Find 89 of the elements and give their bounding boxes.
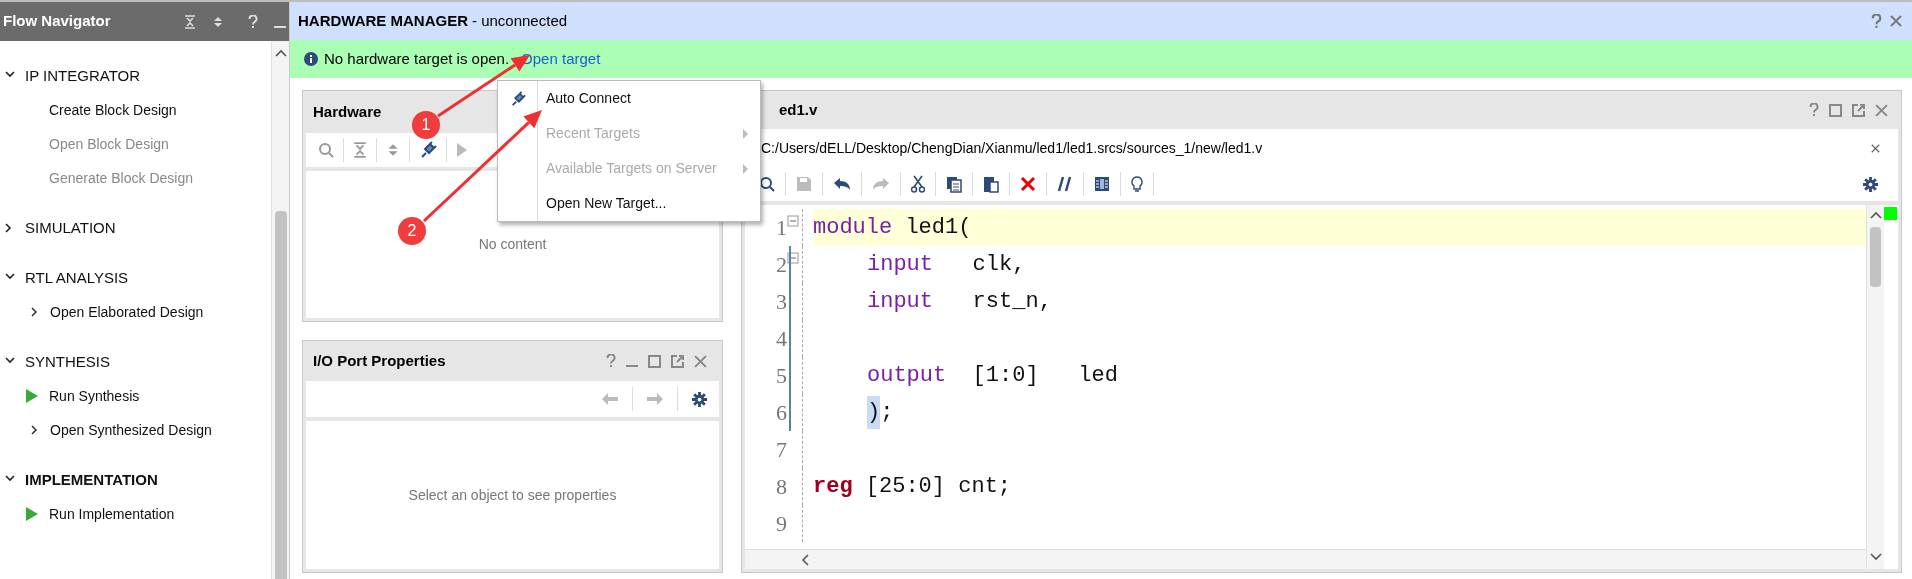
plug-icon <box>509 90 526 107</box>
nav-item[interactable]: Open Synthesized Design <box>50 419 212 441</box>
manager-title: HARDWARE MANAGER <box>298 10 468 31</box>
nav-item[interactable]: Create Block Design <box>49 99 177 121</box>
comment-icon[interactable] <box>1057 176 1073 192</box>
maximize-icon[interactable] <box>1829 103 1842 117</box>
empty-message: Select an object to see properties <box>408 485 617 505</box>
line-number: 6 <box>775 399 787 427</box>
expand-chevron-icon[interactable] <box>31 307 38 317</box>
scroll-thumb[interactable] <box>275 211 287 579</box>
close-icon[interactable] <box>1875 103 1888 117</box>
nav-item[interactable]: Run Implementation <box>49 503 175 525</box>
scroll-left-icon[interactable] <box>801 553 809 566</box>
help-icon[interactable] <box>248 14 258 29</box>
collapse-all-icon[interactable] <box>353 142 367 158</box>
close-icon[interactable] <box>1890 15 1902 27</box>
fold-toggle-icon[interactable] <box>787 215 799 227</box>
settings-icon[interactable] <box>1863 176 1878 192</box>
vertical-scrollbar[interactable] <box>1866 205 1884 569</box>
submenu-arrow-icon <box>743 163 748 174</box>
status-marker <box>1884 207 1897 220</box>
line-number: 7 <box>775 436 787 464</box>
section-heading[interactable]: SIMULATION <box>25 216 116 240</box>
code-token: module <box>813 214 893 242</box>
code-token: rst_n, <box>971 288 1052 316</box>
line-number: 9 <box>775 510 787 538</box>
code-token: output <box>867 362 947 390</box>
code-token: input <box>867 288 933 316</box>
help-icon[interactable] <box>1809 103 1819 117</box>
code-token: [1:0] led <box>971 362 1118 390</box>
delete-icon[interactable] <box>1020 176 1036 192</box>
code-token: input <box>867 251 933 279</box>
scissors-icon[interactable] <box>911 175 925 193</box>
line-number: 3 <box>775 288 787 316</box>
run-icon[interactable] <box>26 507 38 521</box>
columns-icon[interactable] <box>1094 176 1110 192</box>
maximize-icon[interactable] <box>648 354 661 368</box>
line-number: 1 <box>775 214 787 242</box>
code-token: led1( <box>904 214 972 242</box>
section-heading[interactable]: IP INTEGRATOR <box>25 64 141 88</box>
run-icon[interactable] <box>26 389 38 403</box>
line-number: 4 <box>775 325 787 353</box>
float-icon[interactable] <box>671 354 684 368</box>
float-icon[interactable] <box>1852 103 1865 117</box>
panel-title: I/O Port Properties <box>313 350 447 371</box>
section-heading[interactable]: SYNTHESIS <box>25 350 111 374</box>
section-heading[interactable]: RTL ANALYSIS <box>25 266 129 290</box>
submenu-arrow-icon <box>743 128 748 139</box>
line-number: 8 <box>775 473 787 501</box>
scroll-up-icon[interactable] <box>1870 211 1882 219</box>
connection-status: - unconnected <box>472 10 569 31</box>
code-token: [25:0] cnt; <box>864 473 1012 501</box>
undo-icon[interactable] <box>833 177 851 191</box>
paste-icon[interactable] <box>983 175 999 193</box>
menu-item[interactable]: Open New Target... <box>498 186 760 221</box>
help-icon[interactable] <box>1871 13 1882 29</box>
banner-message: No hardware target is open. <box>324 48 510 69</box>
fold-toggle-icon[interactable] <box>787 252 799 264</box>
code-token: ; <box>880 399 894 427</box>
search-icon[interactable] <box>759 176 775 192</box>
scroll-down-icon[interactable] <box>1870 553 1882 561</box>
line-number: 2 <box>775 251 787 279</box>
scroll-up-icon[interactable] <box>275 49 287 57</box>
code-token: clk, <box>971 251 1026 279</box>
close-icon[interactable] <box>1871 143 1880 153</box>
code-token: reg <box>813 473 853 501</box>
panel-title: Flow Navigator <box>3 11 112 32</box>
help-icon[interactable] <box>606 354 616 368</box>
close-icon[interactable] <box>694 354 707 368</box>
plug-icon[interactable] <box>419 141 437 159</box>
expand-chevron-icon[interactable] <box>31 425 38 435</box>
empty-message: No content <box>478 235 547 254</box>
info-icon <box>304 52 318 66</box>
scrollbar[interactable] <box>271 41 289 579</box>
file-tab[interactable]: ed1.v <box>779 98 1799 122</box>
section-heading[interactable]: IMPLEMENTATION <box>25 468 158 492</box>
lightbulb-icon[interactable] <box>1131 175 1143 193</box>
scroll-thumb[interactable] <box>1870 227 1881 287</box>
copy-icon[interactable] <box>946 175 962 193</box>
settings-icon[interactable] <box>692 391 707 407</box>
code-token: ) <box>867 396 881 429</box>
horizontal-scrollbar[interactable] <box>745 549 1866 569</box>
expand-all-icon[interactable] <box>212 14 224 29</box>
line-number: 5 <box>775 362 787 390</box>
file-path: C:/Users/dELL/Desktop/ChengDian/Xianmu/led1/led1.srcs/sources_1/new/led1.v <box>761 138 1264 158</box>
nav-item[interactable]: Run Synthesis <box>49 385 140 407</box>
panel-title: Hardware <box>313 101 382 122</box>
expand-all-icon[interactable] <box>386 142 400 158</box>
nav-item[interactable]: Open Elaborated Design <box>50 301 204 323</box>
